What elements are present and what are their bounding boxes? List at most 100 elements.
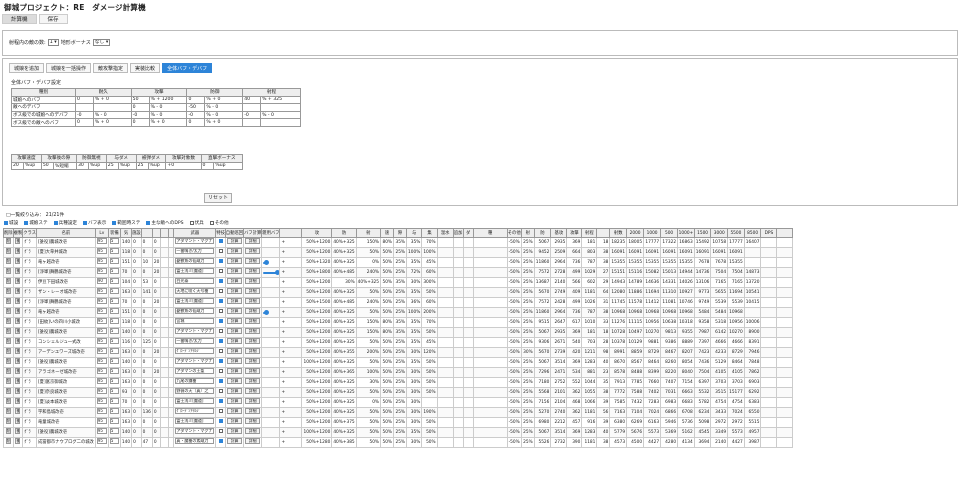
equip-select[interactable]: 5 bbox=[109, 418, 119, 424]
equip-select[interactable]: 5 bbox=[109, 278, 119, 284]
copy-button[interactable]: 複 bbox=[15, 328, 21, 334]
extra-grid-cell[interactable]: 20 bbox=[11, 161, 24, 171]
enemy-count-select[interactable]: 1 ▾ bbox=[47, 39, 59, 46]
equip-select[interactable]: 5 bbox=[109, 398, 119, 404]
level-select[interactable]: 95 bbox=[96, 408, 107, 414]
grid-cell-hpp[interactable]: % - 0 bbox=[92, 110, 132, 120]
equip-select[interactable]: 5 bbox=[109, 288, 119, 294]
delete-button[interactable]: 削 bbox=[5, 358, 11, 364]
tab-enemy-attack[interactable]: 敵攻撃指定 bbox=[93, 63, 129, 73]
level-select[interactable]: 95 bbox=[96, 388, 107, 394]
calc-button[interactable]: 計算 bbox=[226, 358, 243, 364]
skill-checkbox[interactable] bbox=[218, 419, 223, 423]
calc-button[interactable]: 計算 bbox=[226, 288, 243, 294]
grid-cell-def[interactable]: 0 bbox=[186, 118, 206, 127]
detail-button[interactable]: 詳細 bbox=[245, 428, 261, 434]
skill-checkbox[interactable] bbox=[218, 269, 223, 273]
buff-slider[interactable] bbox=[263, 269, 279, 276]
delete-button[interactable]: 削 bbox=[5, 278, 11, 284]
filter-3[interactable]: バフ表示 bbox=[82, 220, 106, 226]
copy-button[interactable]: 複 bbox=[15, 348, 21, 354]
weapon-select[interactable]: アダマント・マグナ bbox=[175, 238, 215, 244]
weapon-select[interactable]: 一番鳴き/太刀 bbox=[175, 338, 215, 344]
copy-button[interactable]: 複 bbox=[15, 248, 21, 254]
delete-button[interactable]: 削 bbox=[5, 418, 11, 424]
weapon-select[interactable]: 宮城 bbox=[175, 318, 215, 324]
level-select[interactable]: 95 bbox=[96, 288, 107, 294]
weapon-select[interactable]: アダマント・マグナ bbox=[175, 328, 215, 334]
skill-checkbox[interactable] bbox=[218, 429, 223, 433]
extra-grid-cell[interactable]: %up bbox=[213, 161, 243, 171]
detail-button[interactable]: 詳細 bbox=[245, 388, 261, 394]
delete-button[interactable]: 削 bbox=[5, 308, 11, 314]
copy-button[interactable]: 複 bbox=[15, 428, 21, 434]
level-select[interactable]: 95 bbox=[96, 428, 107, 434]
checkbox-icon[interactable] bbox=[82, 221, 87, 225]
detail-button[interactable]: 詳細 bbox=[245, 268, 261, 274]
checkbox-icon[interactable] bbox=[4, 221, 8, 225]
grid-cell-def[interactable]: -50 bbox=[186, 103, 206, 112]
delete-button[interactable]: 削 bbox=[5, 338, 11, 344]
skill-checkbox[interactable] bbox=[218, 369, 223, 373]
extra-grid-cell[interactable]: %短縮 bbox=[53, 161, 77, 171]
calc-button[interactable]: 計算 bbox=[226, 368, 243, 374]
calc-button[interactable]: 計算 bbox=[226, 258, 243, 264]
copy-button[interactable]: 複 bbox=[15, 338, 21, 344]
equip-select[interactable]: 5 bbox=[109, 428, 119, 434]
detail-button[interactable]: 詳細 bbox=[245, 408, 261, 414]
grid-cell-rngp[interactable] bbox=[260, 103, 301, 112]
grid-cell-atk[interactable]: 0 bbox=[130, 103, 150, 112]
level-select[interactable]: 95 bbox=[96, 358, 107, 364]
detail-button[interactable]: 詳細 bbox=[245, 238, 261, 244]
copy-button[interactable]: 複 bbox=[15, 388, 21, 394]
equip-select[interactable]: 5 bbox=[109, 358, 119, 364]
copy-button[interactable]: 複 bbox=[15, 418, 21, 424]
equip-select[interactable]: 5 bbox=[109, 328, 119, 334]
weapon-select[interactable]: アダマント・マグナ bbox=[175, 428, 215, 434]
weapon-select[interactable]: 九尾の鎌槍 bbox=[175, 378, 215, 384]
grid-cell-rng[interactable] bbox=[242, 103, 262, 112]
weapon-select[interactable]: 憂鬱魚の仙蔵刀 bbox=[175, 258, 215, 264]
level-select[interactable]: 95 bbox=[96, 248, 107, 254]
delete-button[interactable]: 削 bbox=[5, 268, 11, 274]
grid-cell-rng[interactable]: -0 bbox=[242, 110, 262, 120]
grid-cell-hpp[interactable]: % + 0 bbox=[92, 95, 132, 105]
checkbox-icon[interactable] bbox=[112, 221, 117, 225]
grid-cell-rngp[interactable] bbox=[260, 118, 301, 127]
reset-button[interactable]: リセット bbox=[204, 193, 232, 203]
delete-button[interactable]: 削 bbox=[5, 238, 11, 244]
delete-button[interactable]: 削 bbox=[5, 348, 11, 354]
detail-button[interactable]: 詳細 bbox=[245, 308, 261, 314]
detail-button[interactable]: 詳細 bbox=[245, 328, 261, 334]
delete-button[interactable]: 削 bbox=[5, 318, 11, 324]
delete-button[interactable]: 削 bbox=[5, 438, 11, 444]
weapon-select[interactable]: アダマンの王聖 bbox=[175, 368, 215, 374]
detail-button[interactable]: 詳細 bbox=[245, 248, 261, 254]
detail-button[interactable]: 詳細 bbox=[245, 258, 261, 264]
level-select[interactable]: 95 bbox=[96, 398, 107, 404]
detail-button[interactable]: 詳細 bbox=[245, 378, 261, 384]
calc-button[interactable]: 計算 bbox=[226, 308, 243, 314]
extra-grid-cell[interactable]: 50 bbox=[40, 161, 55, 171]
grid-cell-atkp[interactable]: % + 1200 bbox=[148, 95, 188, 105]
calc-button[interactable]: 計算 bbox=[226, 428, 243, 434]
checkbox-icon[interactable] bbox=[209, 221, 214, 225]
delete-button[interactable]: 削 bbox=[5, 368, 11, 374]
buff-slider[interactable] bbox=[263, 309, 278, 316]
calc-button[interactable]: 計算 bbox=[226, 378, 243, 384]
copy-button[interactable]: 複 bbox=[15, 268, 21, 274]
filter-2[interactable]: 兵種設定 bbox=[53, 220, 77, 226]
detail-button[interactable]: 詳細 bbox=[245, 298, 261, 304]
grid-cell-atk[interactable]: -0 bbox=[130, 110, 150, 120]
terrain-select[interactable]: なし ▾ bbox=[92, 39, 111, 46]
level-select[interactable]: 95 bbox=[96, 338, 107, 344]
delete-button[interactable]: 削 bbox=[5, 248, 11, 254]
weapon-select[interactable]: ｸﾞﾛｰﾃﾞﾝｱｲﾙｼﾞ bbox=[175, 408, 215, 414]
skill-checkbox[interactable] bbox=[218, 279, 223, 283]
slider-handle[interactable] bbox=[263, 259, 269, 265]
copy-button[interactable]: 複 bbox=[15, 238, 21, 244]
equip-select[interactable]: 5 bbox=[109, 378, 119, 384]
detail-button[interactable]: 詳細 bbox=[245, 438, 261, 444]
skill-checkbox[interactable] bbox=[218, 249, 223, 253]
slider-handle[interactable] bbox=[263, 309, 269, 315]
